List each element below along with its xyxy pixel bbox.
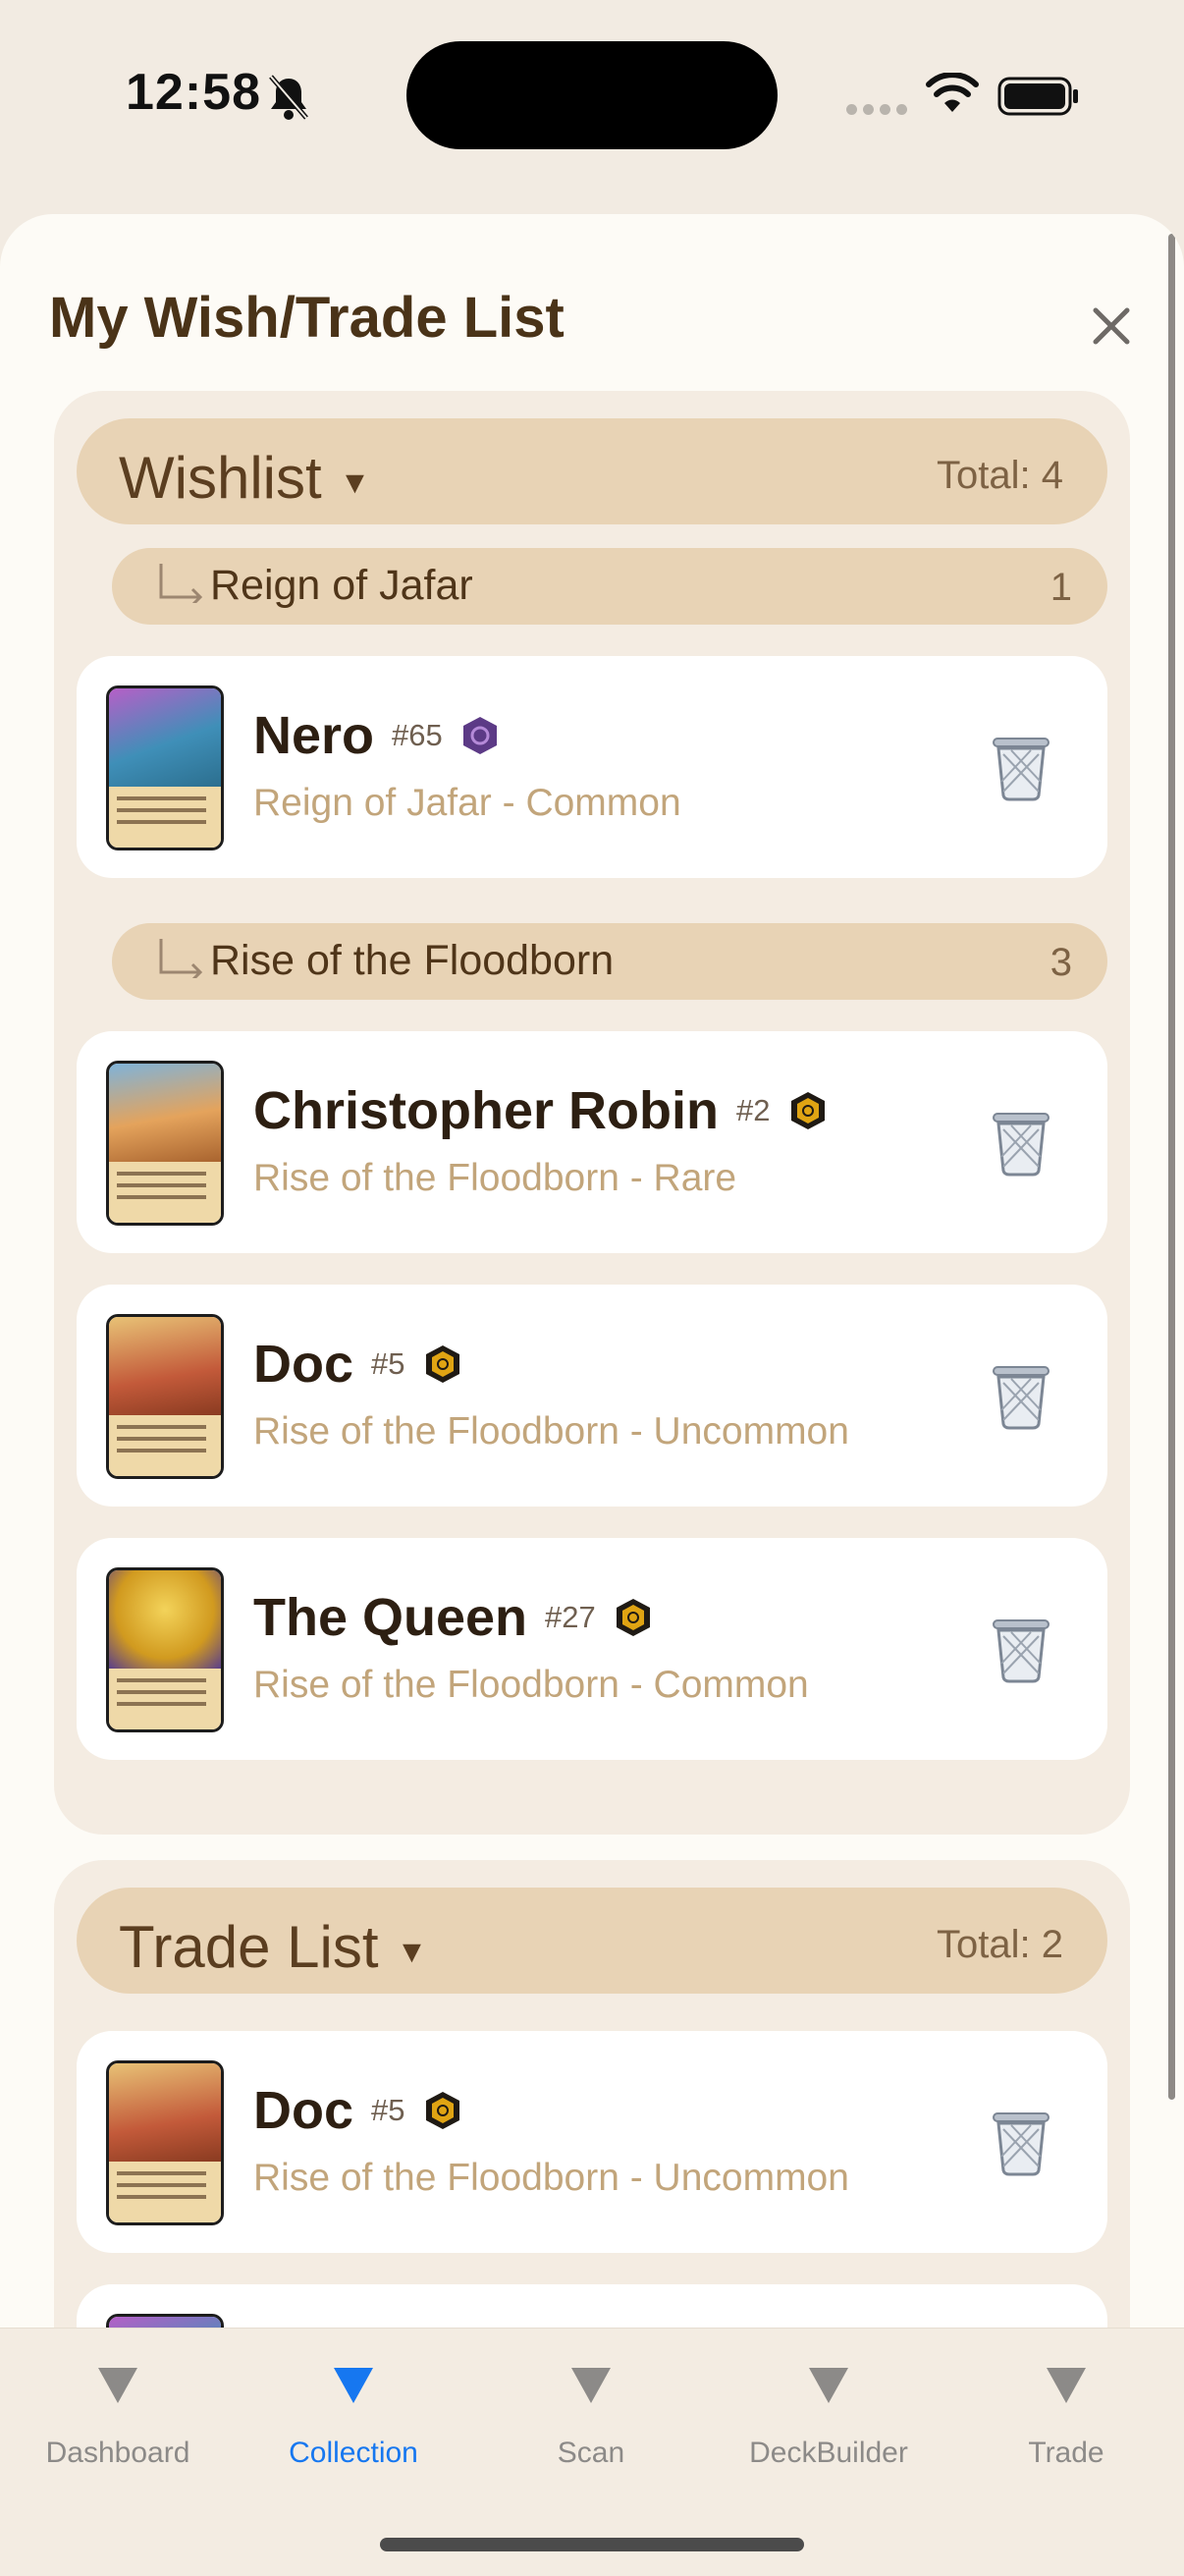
card-number: #27 (545, 1600, 596, 1634)
card-name: Christopher Robin (253, 1081, 719, 1140)
set-group-header[interactable]: Rise of the Floodborn 3 (112, 923, 1107, 1000)
tab-collection[interactable]: Collection (236, 2368, 471, 2470)
scrollbar[interactable] (1168, 234, 1175, 2100)
amethyst-ink-icon (463, 717, 498, 754)
card-row[interactable]: Doc #5 Rise of the Floodborn - Uncommon (77, 2031, 1107, 2253)
card-art (109, 1570, 221, 1670)
trash-icon[interactable] (990, 1361, 1052, 1430)
tradelist-total: Total: 2 (937, 1923, 1063, 1966)
home-indicator[interactable] (380, 2538, 804, 2551)
tradelist-header[interactable]: Trade List ▼ Total: 2 (77, 1888, 1107, 1994)
amber-ink-icon (425, 1345, 459, 1383)
set-group-count: 3 (1049, 941, 1072, 984)
card-art (109, 1064, 221, 1163)
trash-icon[interactable] (990, 1108, 1052, 1177)
card-row[interactable]: Nero #65 Reign of Jafar - Common (77, 656, 1107, 878)
card-number: #5 (371, 1346, 405, 1381)
tab-scan[interactable]: Scan (473, 2368, 709, 2470)
tab-label: Trade (1028, 2437, 1104, 2469)
set-group-header[interactable]: Reign of Jafar 1 (112, 548, 1107, 625)
bell-slash-icon (269, 75, 308, 120)
trash-icon[interactable] (990, 1615, 1052, 1683)
set-group-title: Reign of Jafar (210, 562, 473, 609)
card-row[interactable]: Christopher Robin #2 Rise of the Floodbor… (77, 1031, 1107, 1253)
trash-icon[interactable] (990, 2108, 1052, 2176)
tab-trade[interactable]: Trade (948, 2368, 1184, 2470)
card-row[interactable]: The Queen #27 Rise of the Floodborn - Com… (77, 1538, 1107, 1760)
tab-trade-icon (1047, 2368, 1086, 2403)
card-name: Nero (253, 706, 375, 765)
card-number: #5 (371, 2093, 405, 2127)
wish-trade-sheet: My Wish/Trade List Wishlist ▼ Total: 4 Re… (0, 214, 1184, 2575)
return-arrow-icon (159, 939, 203, 978)
return-arrow-icon (159, 564, 203, 603)
tradelist-title: Trade List (119, 1914, 379, 1980)
tab-deckbuilder-icon (809, 2368, 848, 2403)
card-thumbnail (106, 1061, 224, 1226)
card-name: The Queen (253, 1588, 528, 1647)
wishlist-header[interactable]: Wishlist ▼ Total: 4 (77, 418, 1107, 524)
set-group-title: Rise of the Floodborn (210, 937, 615, 984)
card-thumbnail (106, 2060, 224, 2225)
card-name: Doc (253, 1335, 354, 1394)
card-art (109, 2063, 221, 2163)
card-art (109, 1317, 221, 1416)
sheet-title: My Wish/Trade List (49, 286, 565, 350)
wishlist-total: Total: 4 (937, 454, 1063, 497)
tab-deckbuilder[interactable]: DeckBuilder (711, 2368, 946, 2470)
caret-down-icon: ▼ (339, 464, 371, 500)
set-group-count: 1 (1049, 566, 1072, 609)
wifi-icon (926, 73, 979, 112)
card-thumbnail (106, 685, 224, 850)
caret-down-icon: ▼ (396, 1933, 428, 1969)
wishlist-title: Wishlist (119, 445, 322, 511)
card-subtitle: Rise of the Floodborn - Uncommon (253, 1410, 849, 1452)
tab-label: Scan (557, 2437, 625, 2469)
tab-collection-icon (334, 2368, 373, 2403)
tab-dashboard[interactable]: Dashboard (0, 2368, 236, 2470)
status-time: 12:58 (126, 64, 261, 121)
trash-icon[interactable] (990, 733, 1052, 801)
card-number: #2 (735, 1093, 771, 1127)
amber-ink-icon (617, 1599, 651, 1636)
tab-label: Dashboard (45, 2437, 190, 2469)
tab-dashboard-icon (98, 2368, 137, 2403)
tab-scan-icon (571, 2368, 611, 2403)
amber-ink-icon (790, 1092, 825, 1129)
status-bar: 12:58 (0, 0, 1184, 196)
card-subtitle: Reign of Jafar - Common (253, 782, 681, 824)
battery-icon (997, 77, 1078, 116)
dynamic-island (406, 41, 778, 149)
card-subtitle: Rise of the Floodborn - Common (253, 1664, 809, 1706)
card-subtitle: Rise of the Floodborn - Rare (253, 1157, 737, 1199)
tab-label: DeckBuilder (749, 2437, 908, 2469)
card-thumbnail (106, 1314, 224, 1479)
card-art (109, 688, 221, 788)
card-name: Doc (253, 2081, 354, 2140)
card-thumbnail (106, 1567, 224, 1732)
wishlist-section: Wishlist ▼ Total: 4 Reign of Jafar 1 Nero… (54, 391, 1130, 1835)
card-row[interactable]: Doc #5 Rise of the Floodborn - Uncommon (77, 1285, 1107, 1507)
amber-ink-icon (425, 2092, 459, 2129)
close-icon[interactable] (1082, 297, 1141, 356)
signal-dots-icon (846, 102, 913, 120)
tab-label: Collection (289, 2437, 418, 2469)
card-subtitle: Rise of the Floodborn - Uncommon (253, 2157, 849, 2199)
card-number: #65 (392, 718, 443, 752)
